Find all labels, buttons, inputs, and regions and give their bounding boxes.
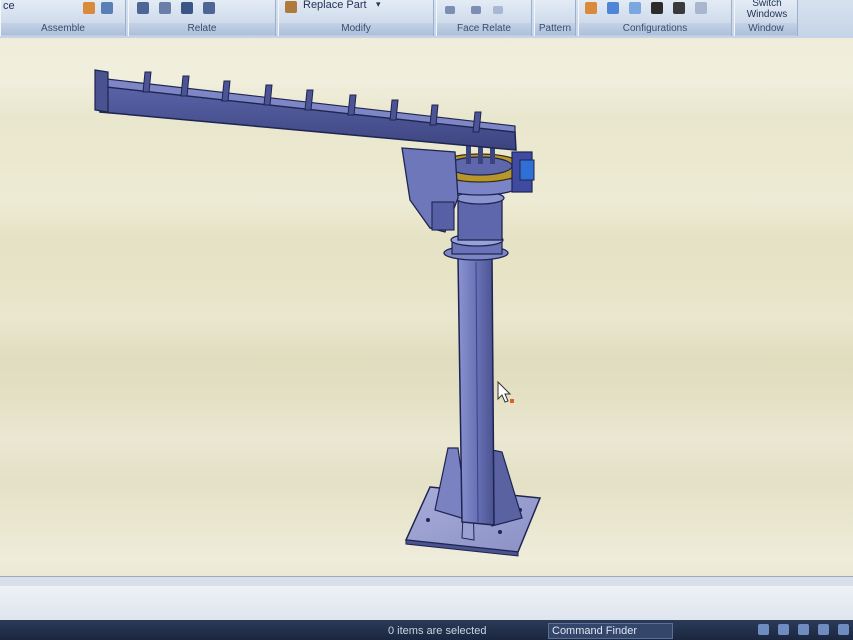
pivot-block: [431, 201, 455, 231]
ribbon-group-configurations: Configurations: [578, 0, 732, 36]
jib-crane-model[interactable]: [0, 38, 853, 583]
ribbon-toolbar: ce Assemble Relate Replace Part ▾ Modify…: [0, 0, 853, 39]
ribbon-group-assemble: ce Assemble: [0, 0, 126, 36]
face-relate-icon[interactable]: [445, 6, 455, 14]
camera-icon[interactable]: [651, 2, 663, 14]
ribbon-group-face-relate: Face Relate: [436, 0, 532, 36]
group-caption-relate: Relate: [129, 23, 275, 35]
help-icon[interactable]: [838, 624, 849, 635]
parallel-icon[interactable]: [203, 2, 215, 14]
configuration-icon[interactable]: [585, 2, 597, 14]
command-finder-input[interactable]: Command Finder: [548, 623, 673, 639]
display-icon[interactable]: [673, 2, 685, 14]
bolt-hole: [498, 530, 502, 534]
replace-part-button[interactable]: Replace Part: [303, 0, 367, 11]
jib-arm-end: [94, 69, 109, 113]
cad-application-window: ce Assemble Relate Replace Part ▾ Modify…: [0, 0, 853, 640]
graphics-viewport[interactable]: [0, 38, 853, 583]
group-caption-modify: Modify: [279, 23, 433, 35]
face-offset-icon[interactable]: [493, 6, 503, 14]
group-caption-window: Window: [735, 23, 797, 35]
filter-icon[interactable]: [757, 624, 769, 635]
snap-icon[interactable]: [777, 624, 789, 635]
ribbon-group-pattern: Pattern: [534, 0, 576, 36]
configuration-manager-icon[interactable]: [607, 2, 619, 14]
group-caption-pattern: Pattern: [535, 23, 575, 35]
bolt-hole: [426, 518, 430, 522]
group-caption-assemble: Assemble: [1, 23, 125, 35]
group-caption-face-relate: Face Relate: [437, 23, 531, 35]
face-align-icon[interactable]: [471, 6, 481, 14]
column-gusset[interactable]: [491, 449, 523, 527]
replace-part-icon[interactable]: [285, 1, 297, 13]
align-icon[interactable]: [159, 2, 171, 14]
ribbon-group-window: Switch Windows Window: [734, 0, 798, 36]
group-caption-configurations: Configurations: [579, 23, 731, 35]
insert-component-icon[interactable]: [83, 2, 95, 14]
status-bar: 0 items are selected Command Finder: [0, 620, 853, 640]
chevron-down-icon[interactable]: ▾: [376, 0, 381, 10]
mate-icon[interactable]: [101, 2, 113, 14]
switch-windows-button[interactable]: Switch Windows: [739, 0, 795, 20]
tangent-icon[interactable]: [181, 2, 193, 14]
motor-cover: [519, 159, 535, 181]
bottom-panel: [0, 586, 853, 620]
settings-icon[interactable]: [817, 624, 829, 635]
ribbon-group-relate: Relate: [128, 0, 276, 36]
relate-tool-icon[interactable]: [137, 2, 149, 14]
selection-status: 0 items are selected: [388, 625, 487, 637]
mouse-cursor: [497, 380, 514, 403]
grid-icon[interactable]: [797, 624, 809, 635]
status-tray: [752, 624, 849, 636]
ribbon-group-modify: Replace Part ▾ Modify: [278, 0, 434, 36]
view-icon[interactable]: [695, 2, 707, 14]
configuration-table-icon[interactable]: [629, 2, 641, 14]
assemble-command-label[interactable]: ce: [3, 0, 15, 12]
